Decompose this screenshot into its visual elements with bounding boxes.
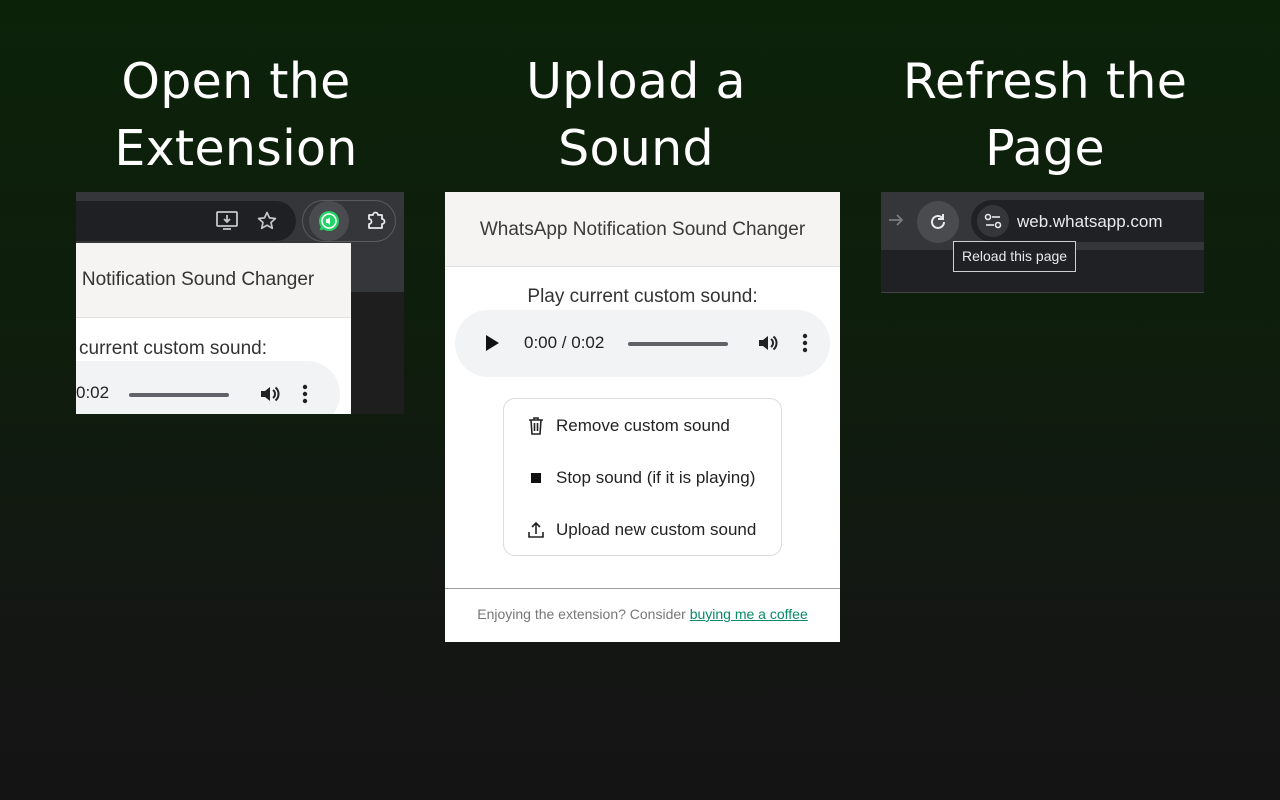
footer-text: Enjoying the extension? Consider [477,606,690,622]
trash-icon [526,416,546,436]
volume-icon[interactable] [258,383,280,410]
play-label: Play current custom sound: [527,286,758,307]
step-1-title-line1: Open the [121,53,351,110]
stop-sound-label: Stop sound (if it is playing) [556,468,756,487]
install-app-icon[interactable] [216,211,238,231]
step-2-title-line2: Sound [558,120,714,177]
step-2-heading: Upload a Sound [466,48,806,182]
step-1-title-line2: Extension [114,120,358,177]
step-1-heading: Open the Extension [66,48,406,182]
play-label: current custom sound: [79,338,267,359]
volume-icon[interactable] [756,332,778,359]
upload-icon [526,520,546,540]
bookmark-star-icon[interactable] [257,211,277,231]
progress-track[interactable] [628,342,728,346]
remove-sound-button[interactable]: Remove custom sound [526,413,730,439]
footer-divider [445,588,840,589]
popup-header: WhatsApp Notification Sound Changer [445,192,840,267]
buy-coffee-link[interactable]: buying me a coffee [690,606,808,622]
play-icon[interactable] [482,332,502,359]
upload-sound-label: Upload new custom sound [556,520,757,539]
reload-tooltip: Reload this page [953,241,1077,272]
open-extension-screenshot: p Notification Sound Changer current cus… [76,192,404,414]
player-time: 0:00 / 0:02 [524,333,605,352]
step-3-heading: Refresh the Page [875,48,1215,182]
extension-popup-crop: p Notification Sound Changer current cus… [76,243,351,414]
reload-icon [931,214,945,229]
puzzle-extensions-icon[interactable] [365,209,387,231]
stop-sound-button[interactable]: Stop sound (if it is playing) [526,465,755,491]
site-settings-icon[interactable] [977,205,1009,237]
step-3-title-line2: Page [985,120,1105,177]
step-3-title-line1: Refresh the [902,53,1188,110]
popup-title: p Notification Sound Changer [76,269,315,290]
player-time: 0:02 [76,383,110,402]
remove-sound-label: Remove custom sound [556,416,730,435]
whatsapp-extension-icon[interactable] [309,201,349,241]
popup-title: WhatsApp Notification Sound Changer [479,219,806,240]
reload-button[interactable] [917,201,959,243]
refresh-page-screenshot: web.whatsapp.com Reload this page [881,192,1204,293]
audio-player[interactable]: 0:00 / 0:02 [455,310,830,377]
more-options-icon[interactable] [801,332,809,359]
page-background [351,243,404,414]
forward-arrow-icon[interactable] [886,210,906,235]
browser-toolbar [76,192,404,243]
url-text: web.whatsapp.com [1017,212,1163,231]
more-options-icon[interactable] [301,383,309,410]
step-2-title-line1: Upload a [526,53,746,110]
upload-sound-button[interactable]: Upload new custom sound [526,517,756,543]
stop-icon [526,468,546,488]
actions-menu: Remove custom sound Stop sound (if it is… [503,398,782,556]
footer: Enjoying the extension? Consider buying … [445,606,840,622]
popup-header: p Notification Sound Changer [76,243,351,318]
progress-track[interactable] [129,393,229,397]
audio-player[interactable]: 0:02 [76,361,340,414]
extension-popup: WhatsApp Notification Sound Changer Play… [445,192,840,642]
